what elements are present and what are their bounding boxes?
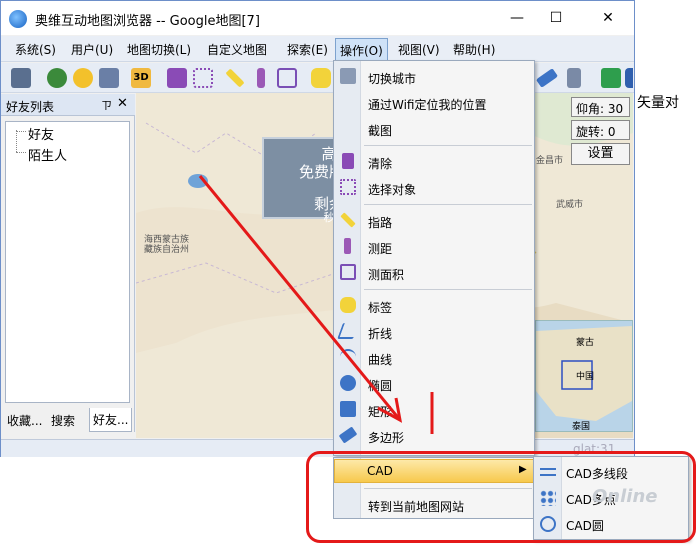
- annotation-arrow: [198, 175, 434, 434]
